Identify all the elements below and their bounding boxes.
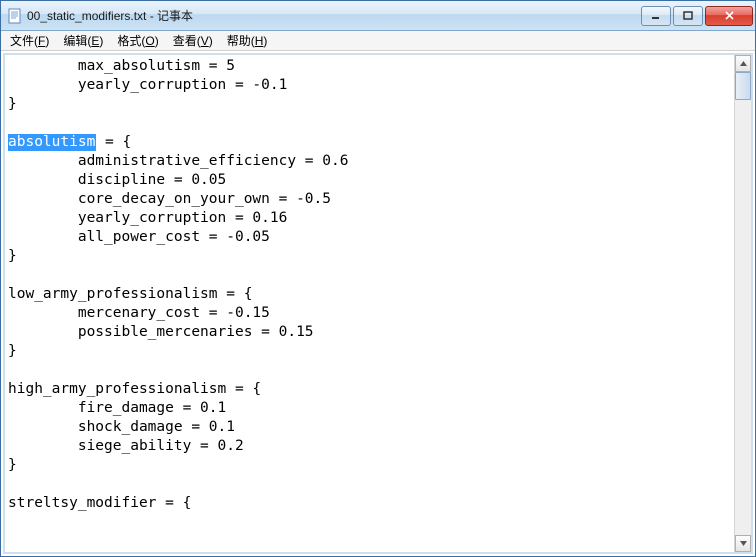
window-title: 00_static_modifiers.txt - 记事本 [27, 7, 641, 24]
text-editor[interactable]: max_absolutism = 5 yearly_corruption = -… [5, 55, 734, 552]
menubar: 文件(F) 编辑(E) 格式(O) 查看(V) 帮助(H) [1, 31, 755, 51]
scroll-thumb[interactable] [735, 72, 751, 100]
menu-file[interactable]: 文件(F) [3, 30, 56, 51]
menu-edit[interactable]: 编辑(E) [56, 30, 110, 51]
notepad-window: 00_static_modifiers.txt - 记事本 文件(F) 编辑(E… [0, 0, 756, 557]
menu-format[interactable]: 格式(O) [110, 30, 165, 51]
titlebar[interactable]: 00_static_modifiers.txt - 记事本 [1, 1, 755, 31]
text-selection: absolutism [8, 134, 96, 151]
scroll-track[interactable] [735, 72, 751, 535]
menu-view[interactable]: 查看(V) [166, 30, 220, 51]
scroll-down-button[interactable] [735, 535, 751, 552]
minimize-button[interactable] [641, 6, 671, 26]
menu-help[interactable]: 帮助(H) [220, 30, 275, 51]
close-button[interactable] [705, 6, 753, 26]
window-controls [641, 6, 753, 26]
scroll-up-button[interactable] [735, 55, 751, 72]
client-area: max_absolutism = 5 yearly_corruption = -… [3, 53, 753, 554]
notepad-icon [7, 8, 23, 24]
maximize-button[interactable] [673, 6, 703, 26]
vertical-scrollbar[interactable] [734, 55, 751, 552]
